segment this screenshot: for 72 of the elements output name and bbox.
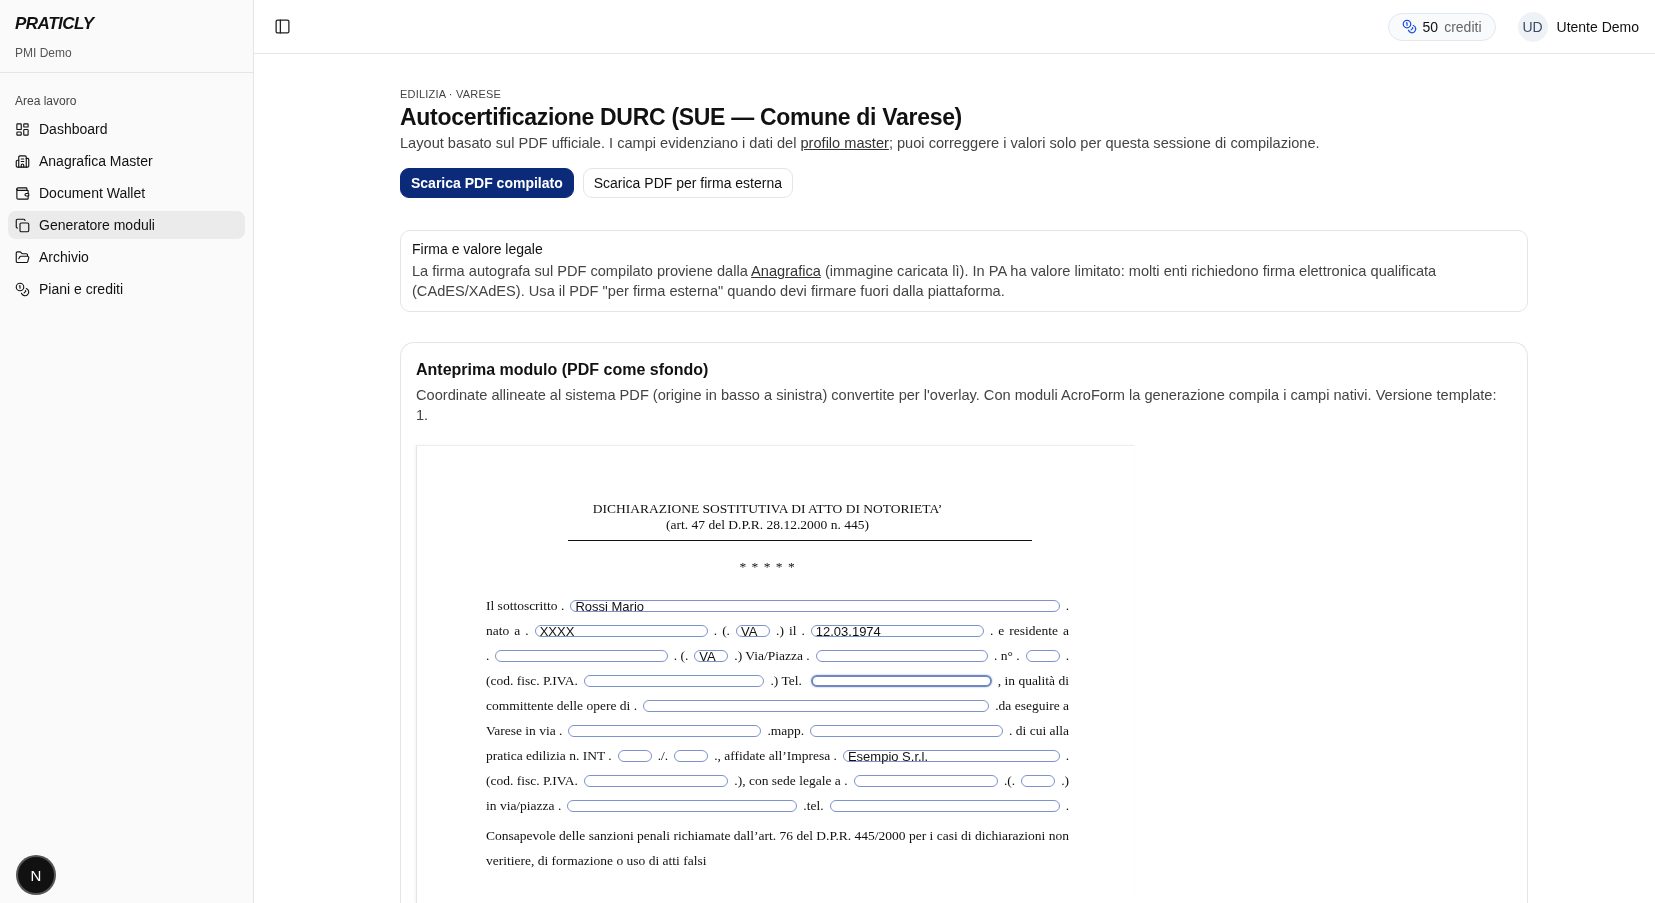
document-text: il [788, 622, 797, 639]
credits-chip[interactable]: 50 crediti [1387, 12, 1496, 41]
card-title: Anteprima modulo (PDF come sfondo) [416, 361, 710, 379]
document-text: .) [776, 622, 784, 639]
notice-text: La firma autografa sul PDF compilato proviene dalla Anagrafica (immagine caricata lì). In PA ha valore limitato: molti enti richiedono firma elettronica qualificata (CAdES/XAdES). Usa il PDF "per firma esterna" quando devi firmare fuori dalla piattaforma. [412, 262, 1438, 301]
dashboard-icon [15, 121, 30, 137]
document-text: .), con sede legale a . [734, 772, 848, 789]
document-text: e [998, 622, 1005, 639]
document-text: . (. [673, 647, 689, 664]
breadcrumb: EDILIZIA · VARESE [400, 88, 501, 100]
document-text: , in qualità di [997, 672, 1069, 689]
wallet-icon [15, 185, 30, 201]
folder-icon [15, 249, 30, 265]
document-heading: DICHIARAZIONE SOSTITUTIVA DI ATTO DI NOTORIETA’ [592, 501, 943, 517]
document-text: .) Via/Piazza . [734, 647, 810, 664]
document-text: .da eseguire a [995, 697, 1069, 714]
profile-link[interactable]: profilo master [800, 135, 889, 151]
document-text: . [1065, 797, 1069, 814]
brand-logo: PRATICLY [15, 14, 94, 34]
document-text: ./. [657, 747, 669, 764]
document-text: . [989, 622, 994, 639]
document-subheading: (art. 47 del D.P.R. 28.12.2000 n. 445) [666, 517, 869, 533]
page-subtitle: Layout basato sul PDF ufficiale. I campi evidenziano i dati del profilo master; puoi correggere i valori solo per questa sessione di compilazione. [400, 135, 1320, 151]
notice-title: Firma e valore legale [412, 241, 544, 257]
document-text: . [1065, 597, 1069, 614]
credits-count: 50 [1422, 18, 1439, 35]
document-text: . di cui alla [1009, 722, 1069, 739]
document-text: in via/piazza . [486, 797, 562, 814]
document-text: .) [1061, 772, 1069, 789]
credits-label: crediti [1444, 18, 1482, 35]
card-description: Coordinate allineate al sistema PDF (origine in basso a sinistra) convertite per l'overlay. Con moduli AcroForm la generazione compila i campi nativi. Versione template: 1. [416, 386, 1498, 425]
document-text: Il sottoscritto . [486, 597, 565, 614]
document-text: (cod. fisc. P.IVA. [486, 672, 578, 689]
page-title: Autocertificazione DURC (SUE — Comune di Varese) [400, 104, 962, 131]
document-text: pratica edilizia n. INT . [486, 747, 612, 764]
section-label: Area lavoro [15, 94, 77, 108]
document-text: .mapp. [767, 722, 805, 739]
workspace-name: PMI Demo [15, 46, 72, 60]
document-text: Varese in via . [486, 722, 563, 739]
document-text: .) Tel. [770, 672, 803, 689]
document-text: . [1065, 647, 1069, 664]
document-text: a [1063, 622, 1069, 639]
document-text: (cod. fisc. P.IVA. [486, 772, 578, 789]
document-text: committente delle opere di . [486, 697, 638, 714]
document-text: (. [722, 622, 730, 639]
coins-icon [1401, 19, 1417, 34]
copy-icon [15, 217, 30, 233]
form-field[interactable] [811, 674, 992, 687]
document-separator: * * * * * [739, 559, 796, 575]
user-name: Utente Demo [1556, 18, 1639, 35]
sidebar-icon [274, 18, 291, 35]
anagrafica-link[interactable]: Anagrafica [751, 263, 821, 279]
document-text: residente [1009, 622, 1058, 639]
document-text: . [801, 622, 805, 639]
download-external-button[interactable]: Scarica PDF per firma esterna [582, 168, 793, 198]
document-text: . n° . [994, 647, 1020, 664]
download-button[interactable]: Scarica PDF compilato [400, 168, 574, 198]
document-text: a [514, 622, 521, 639]
document-text: ., affidate all’Impresa . [714, 747, 837, 764]
user-avatar[interactable]: UD [1517, 11, 1548, 42]
building-icon [15, 153, 30, 169]
coins-icon [15, 281, 30, 297]
document-text: .(. [1003, 772, 1016, 789]
document-text: . [1065, 747, 1069, 764]
document-text: . [486, 647, 490, 664]
document-text: nato [486, 622, 510, 639]
nav-item[interactable]: Generatore moduli [8, 211, 245, 239]
document-text: .tel. [803, 797, 824, 814]
document-paragraph: Consapevole delle sanzioni penali richiamate dall’art. 76 del D.P.R. 445/2000 per i casi di dichiarazioni non veritiere, di formazione o uso di atti falsi [486, 827, 1069, 870]
document-text: . [525, 622, 529, 639]
dev-badge[interactable]: N [18, 857, 54, 893]
document-text: . [713, 622, 718, 639]
